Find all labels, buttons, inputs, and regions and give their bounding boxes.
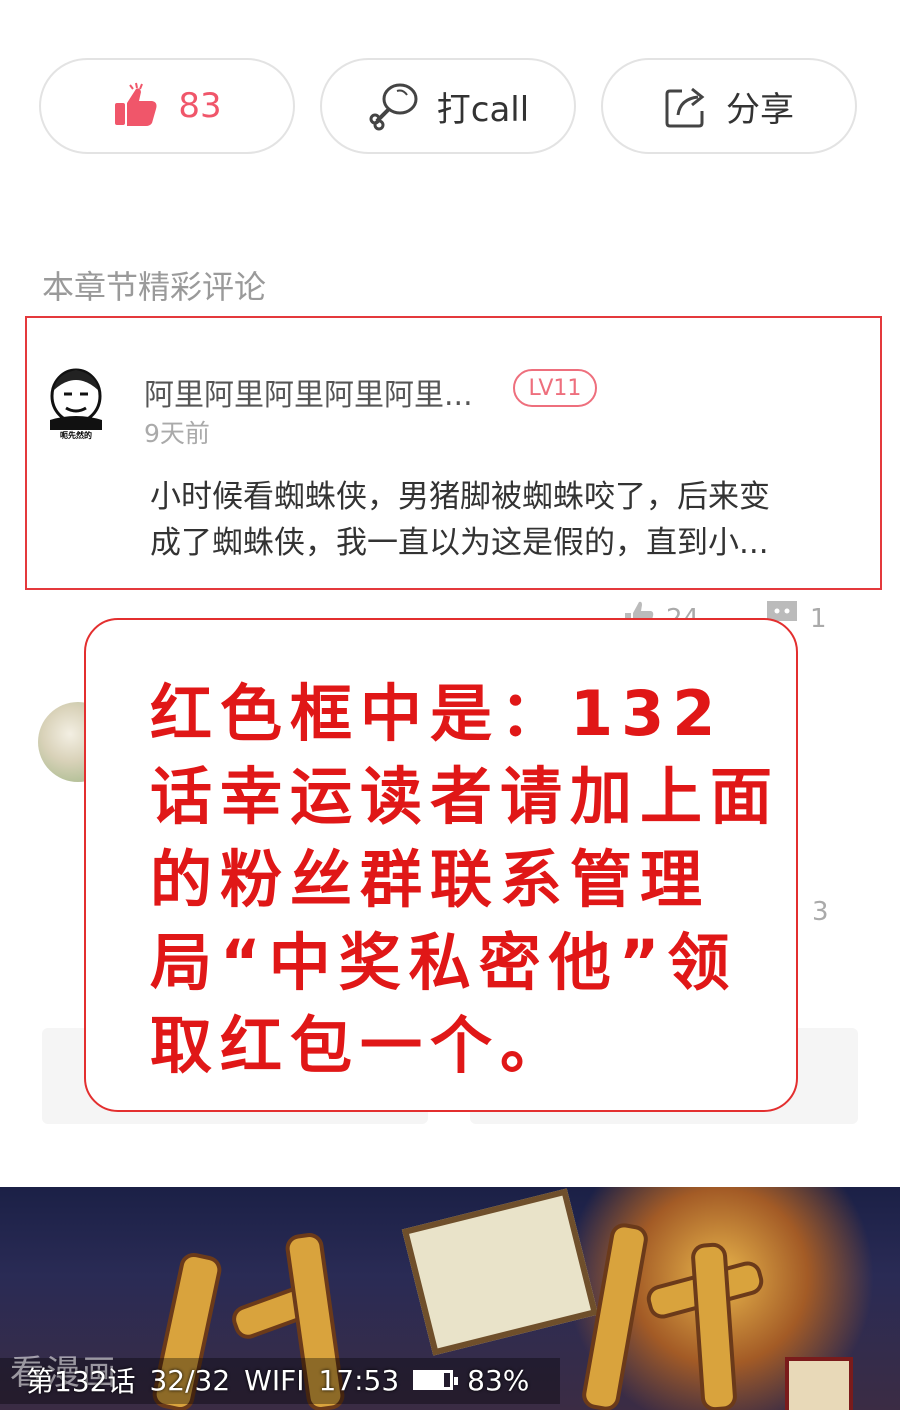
battery-percent: 83% — [467, 1363, 530, 1397]
comment-text[interactable]: 小时候看蜘蛛侠，男猪脚被蜘蛛咬了，后来变 成了蜘蛛侠，我一直以为这是假的，直到小… — [150, 474, 860, 566]
share-icon — [664, 83, 710, 129]
section-title: 本章节精彩评论 — [42, 268, 267, 306]
clock: 17:53 — [318, 1363, 400, 1397]
avatar[interactable]: 呃先然的 — [36, 364, 116, 444]
battery-icon — [413, 1370, 459, 1390]
comment-reply-count: 3 — [812, 897, 829, 927]
like-button[interactable]: 83 — [39, 58, 295, 154]
book-illustration — [401, 1188, 599, 1356]
share-button[interactable]: 分享 — [601, 58, 857, 154]
comment-time: 9天前 — [144, 419, 210, 448]
avatar-caption: 呃先然的 — [60, 431, 92, 440]
call-button[interactable]: 打call — [320, 58, 576, 154]
notice-box: 红色框中是：132话幸运读者请加上面的粉丝群联系管理局“中奖私密他”领取红包一个… — [84, 618, 798, 1112]
notice-text: 红色框中是：132话幸运读者请加上面的粉丝群联系管理局“中奖私密他”领取红包一个… — [150, 677, 781, 1082]
comment-text-line: 小时候看蜘蛛侠，男猪脚被蜘蛛咬了，后来变 — [150, 479, 770, 515]
thumbs-up-icon — [112, 81, 162, 131]
network-label: WIFI — [244, 1363, 305, 1397]
page-indicator: 32/32 — [149, 1363, 231, 1397]
chapter-seal — [785, 1357, 853, 1410]
level-badge: LV11 — [513, 369, 597, 407]
share-label: 分享 — [726, 89, 794, 130]
drumstick-icon — [367, 79, 421, 133]
like-count: 83 — [178, 86, 222, 126]
status-info: 第132话 32/32 WIFI 17:53 83% — [26, 1360, 529, 1400]
call-label: 打call — [436, 89, 530, 130]
comment-text-line: 成了蜘蛛侠，我一直以为这是假的，直到小... — [150, 525, 769, 561]
comment-username[interactable]: 阿里阿里阿里阿里阿里... — [144, 370, 473, 414]
comment-reply-count: 1 — [810, 603, 827, 634]
chapter-label: 第132话 — [26, 1365, 136, 1398]
